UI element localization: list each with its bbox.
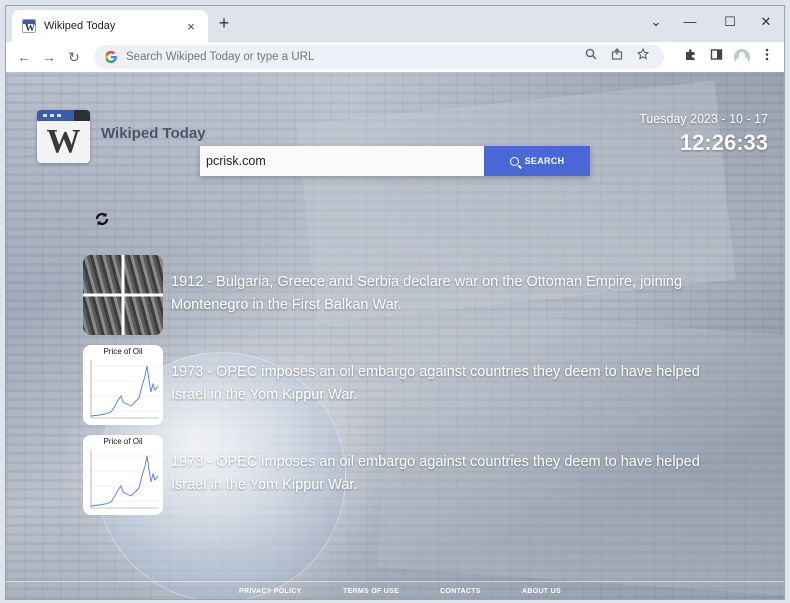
- side-panel-icon[interactable]: [707, 48, 725, 66]
- omnibox-input[interactable]: [126, 51, 576, 63]
- current-time: 12:26:33: [679, 130, 768, 155]
- refresh-icon[interactable]: [94, 211, 110, 227]
- date-time-widget: Tuesday 2023 - 10 - 17 12:26:33: [639, 112, 768, 156]
- browser-toolbar: ← → ↻: [6, 42, 784, 72]
- maximize-button[interactable]: ☐: [718, 12, 742, 32]
- events-list: 1912 - Bulgaria, Greece and Serbia decla…: [83, 255, 723, 525]
- page-viewport: W Wikiped Today Tuesday 2023 - 10 - 17 1…: [6, 72, 784, 599]
- site-logo[interactable]: W: [37, 110, 90, 163]
- google-icon: [104, 50, 118, 64]
- browser-tab[interactable]: W Wikiped Today ×: [12, 10, 208, 42]
- share-icon[interactable]: [606, 48, 628, 66]
- reload-icon[interactable]: ↻: [64, 47, 84, 67]
- search-form: SEARCH: [200, 146, 590, 176]
- wikiped-favicon-icon: W: [22, 19, 36, 33]
- back-arrow-icon[interactable]: ←: [14, 47, 34, 67]
- thumbnail-title: Price of Oil: [103, 347, 143, 356]
- event-text[interactable]: 1973 - OPEC imposes an oil embargo again…: [171, 361, 711, 407]
- tab-title: Wikiped Today: [44, 20, 116, 32]
- list-item[interactable]: Price of Oil 1973 - OPEC imposes an oil …: [83, 345, 723, 425]
- tab-search-chevron-down-icon[interactable]: ⌄: [644, 12, 668, 32]
- thumbnail-title: Price of Oil: [103, 437, 143, 446]
- new-tab-button[interactable]: +: [214, 14, 234, 34]
- footer: PRIVACY POLICY TERMS OF USE CONTACTS ABO…: [6, 581, 784, 599]
- profile-icon[interactable]: [734, 49, 750, 65]
- list-item[interactable]: 1912 - Bulgaria, Greece and Serbia decla…: [83, 255, 723, 335]
- event-thumbnail-photo[interactable]: [83, 255, 163, 335]
- current-date: Tuesday 2023 - 10 - 17: [639, 112, 768, 126]
- event-thumbnail-chart[interactable]: Price of Oil: [83, 345, 163, 425]
- browser-window: W Wikiped Today × + ⌄ — ☐ ✕ ← → ↻ Search…: [5, 5, 785, 600]
- address-bar[interactable]: [94, 45, 664, 69]
- event-text[interactable]: 1973 - OPEC imposes an oil embargo again…: [171, 451, 711, 497]
- search-button-label: SEARCH: [524, 156, 565, 166]
- extensions-icon[interactable]: [681, 48, 699, 66]
- logo-letter: W: [46, 123, 81, 160]
- zoom-icon[interactable]: [580, 48, 602, 66]
- menu-icon[interactable]: [758, 48, 776, 66]
- forward-arrow-icon[interactable]: →: [39, 47, 59, 67]
- list-item[interactable]: Price of Oil 1973 - OPEC imposes an oil …: [83, 435, 723, 515]
- event-thumbnail-chart[interactable]: Price of Oil: [83, 435, 163, 515]
- bookmark-star-icon[interactable]: [632, 47, 654, 66]
- terms-of-use-link[interactable]: TERMS OF USE: [343, 588, 399, 595]
- privacy-policy-link[interactable]: PRIVACY POLICY: [239, 588, 302, 595]
- brand-name: Wikiped Today: [101, 125, 206, 142]
- close-window-button[interactable]: ✕: [754, 12, 778, 32]
- title-bar: W Wikiped Today × + ⌄ — ☐ ✕: [6, 6, 784, 42]
- search-input[interactable]: [200, 146, 484, 176]
- search-button[interactable]: SEARCH: [484, 146, 590, 176]
- event-text[interactable]: 1912 - Bulgaria, Greece and Serbia decla…: [171, 271, 711, 317]
- contacts-link[interactable]: CONTACTS: [440, 588, 481, 595]
- search-icon: [509, 156, 519, 166]
- minimize-button[interactable]: —: [678, 12, 702, 32]
- about-us-link[interactable]: ABOUT US: [522, 588, 561, 595]
- tab-close-icon[interactable]: ×: [184, 19, 198, 34]
